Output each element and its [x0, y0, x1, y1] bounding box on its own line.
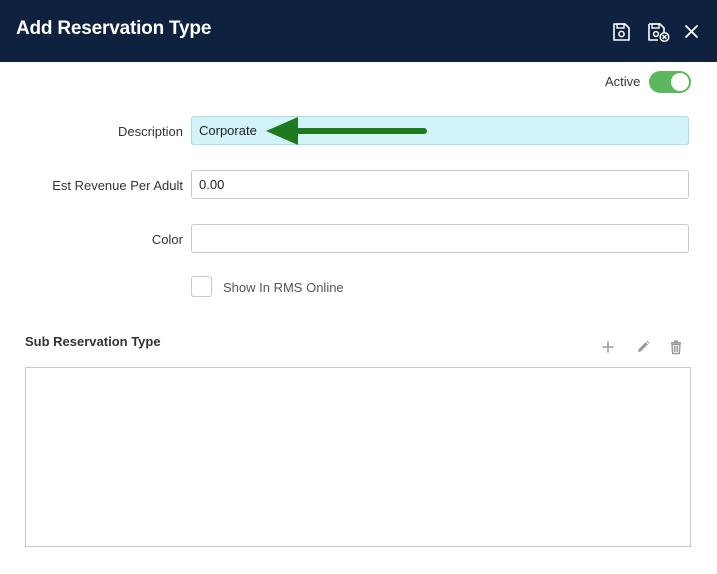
est-revenue-label: Est Revenue Per Adult — [52, 178, 183, 193]
active-toggle[interactable] — [649, 71, 691, 93]
sub-reservation-grid[interactable] — [25, 367, 691, 547]
close-icon[interactable] — [681, 21, 703, 43]
edit-icon[interactable] — [635, 339, 651, 355]
toggle-knob — [671, 73, 689, 91]
save-icon[interactable] — [610, 21, 632, 43]
sub-reservation-title: Sub Reservation Type — [25, 334, 161, 349]
color-field[interactable] — [191, 224, 689, 253]
color-label: Color — [151, 232, 183, 247]
add-icon[interactable] — [600, 339, 616, 355]
description-label: Description — [117, 124, 183, 139]
save-and-close-icon[interactable] — [646, 21, 672, 43]
est-revenue-field[interactable] — [191, 170, 689, 199]
delete-icon[interactable] — [668, 339, 684, 355]
active-label: Active — [605, 74, 641, 89]
show-in-rms-online-label: Show In RMS Online — [223, 280, 344, 295]
show-in-rms-online-checkbox[interactable] — [191, 276, 212, 297]
annotation-arrow — [262, 114, 432, 155]
dialog-title: Add Reservation Type — [16, 18, 212, 39]
dialog-header: Add Reservation Type — [0, 0, 717, 62]
